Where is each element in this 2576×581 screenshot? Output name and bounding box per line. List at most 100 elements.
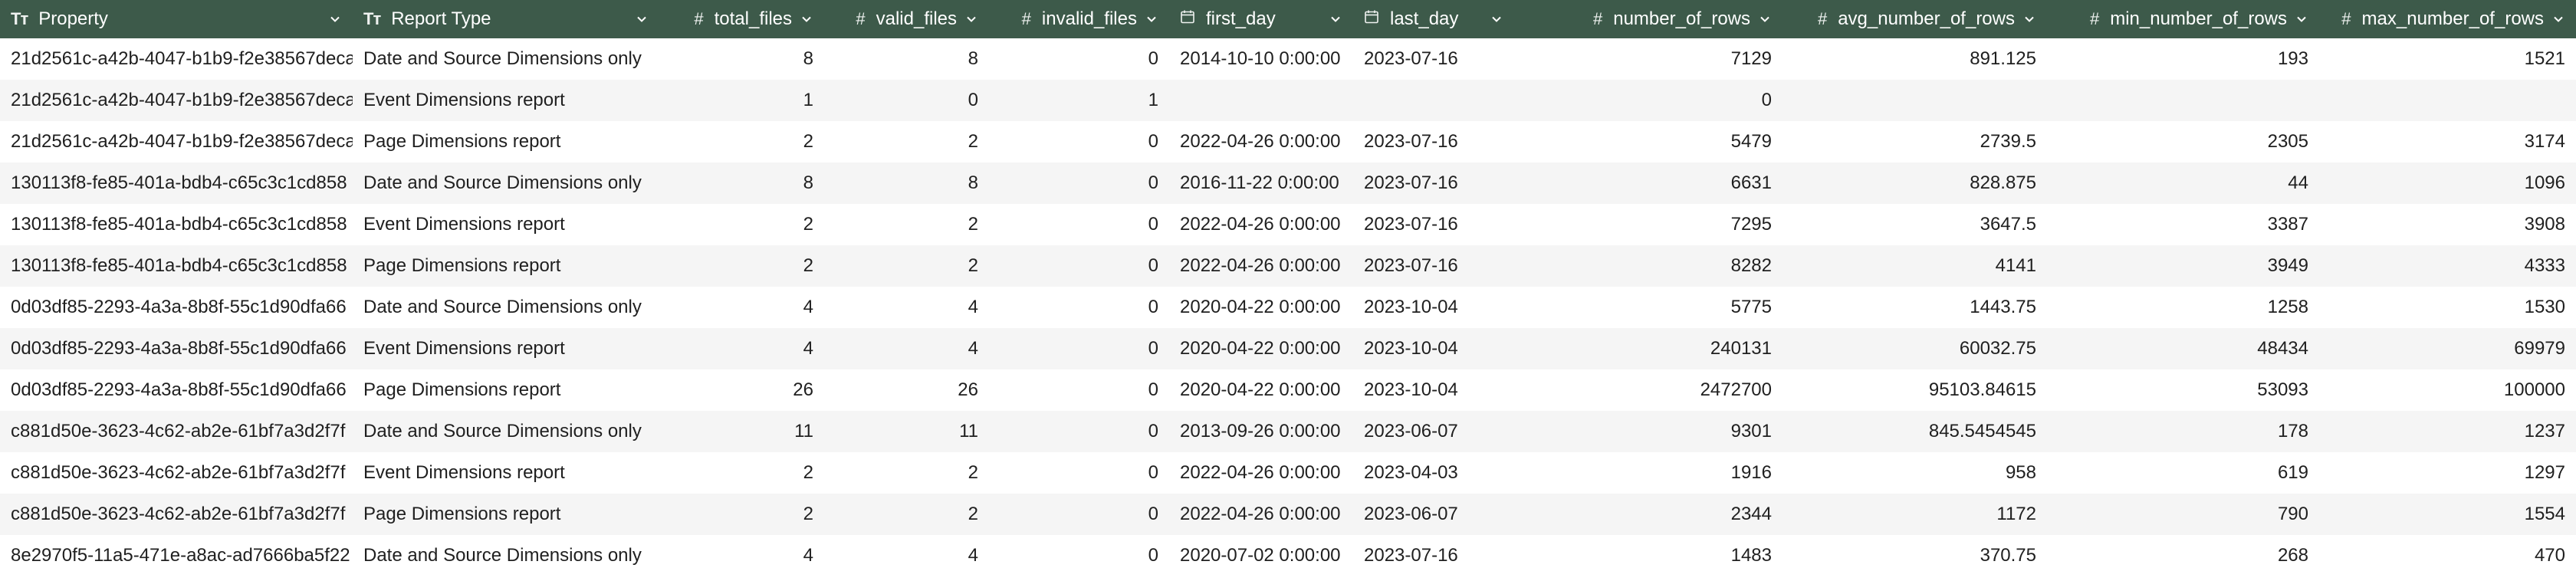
cell-number-of-rows: 5775	[1730, 297, 1772, 317]
cell-invalid-files: 0	[1148, 48, 1158, 69]
cell-property: c881d50e-3623-4c62-ab2e-61bf7a3d2f7f	[11, 504, 346, 524]
cell-min-number-of-rows: 619	[2277, 462, 2308, 483]
cell-first-day: 2020-04-22 0:00:00	[1180, 338, 1341, 359]
number-type-icon: #	[1592, 9, 1603, 28]
chevron-down-icon[interactable]	[635, 12, 649, 26]
cell-max-number-of-rows: 1530	[2524, 297, 2565, 317]
cell-invalid-files: 0	[1148, 379, 1158, 400]
column-header-total-files[interactable]: # total_files	[659, 0, 824, 38]
number-type-icon: #	[1817, 9, 1828, 28]
cell-report-type: Event Dimensions report	[363, 338, 565, 359]
table-row[interactable]: c881d50e-3623-4c62-ab2e-61bf7a3d2f7f Even…	[0, 452, 2576, 494]
cell-property: 130113f8-fe85-401a-bdb4-c65c3c1cd858	[11, 172, 347, 193]
chevron-down-icon[interactable]	[1145, 12, 1158, 26]
cell-number-of-rows: 6631	[1730, 172, 1772, 193]
column-header-label: Report Type	[391, 8, 491, 29]
cell-max-number-of-rows: 1521	[2524, 48, 2565, 69]
cell-min-number-of-rows: 53093	[2257, 379, 2308, 400]
cell-max-number-of-rows: 1297	[2524, 462, 2565, 483]
table-row[interactable]: 130113f8-fe85-401a-bdb4-c65c3c1cd858 Date…	[0, 162, 2576, 204]
cell-number-of-rows: 1916	[1730, 462, 1772, 483]
column-header-number-of-rows[interactable]: # number_of_rows	[1514, 0, 1783, 38]
table-row[interactable]: 0d03df85-2293-4a3a-8b8f-55c1d90dfa66 Date…	[0, 287, 2576, 328]
column-header-content: Tт Report Type	[363, 0, 649, 38]
chevron-down-icon[interactable]	[800, 12, 813, 26]
chevron-down-icon[interactable]	[1490, 12, 1503, 26]
cell-invalid-files: 0	[1148, 131, 1158, 152]
cell-property: 0d03df85-2293-4a3a-8b8f-55c1d90dfa66	[11, 297, 347, 317]
cell-total-files: 2	[803, 504, 813, 524]
cell-total-files: 4	[803, 545, 813, 566]
table-row[interactable]: 21d2561c-a42b-4047-b1b9-f2e38567deca Page…	[0, 121, 2576, 162]
chevron-down-icon[interactable]	[2022, 12, 2036, 26]
table-row[interactable]: c881d50e-3623-4c62-ab2e-61bf7a3d2f7f Page…	[0, 494, 2576, 535]
column-header-label: first_day	[1206, 8, 1276, 29]
number-type-icon: #	[856, 9, 866, 28]
number-type-icon: #	[2341, 9, 2351, 28]
cell-avg-number-of-rows: 958	[2005, 462, 2036, 483]
column-header-first-day[interactable]: first_day	[1169, 0, 1353, 38]
column-header-content: last_day	[1364, 0, 1503, 38]
column-header-content: # number_of_rows	[1525, 0, 1772, 38]
cell-total-files: 4	[803, 338, 813, 359]
chevron-down-icon[interactable]	[1758, 12, 1772, 26]
column-header-label: min_number_of_rows	[2110, 8, 2287, 29]
table-row[interactable]: 0d03df85-2293-4a3a-8b8f-55c1d90dfa66 Even…	[0, 328, 2576, 369]
chevron-down-icon[interactable]	[964, 12, 978, 26]
cell-last-day: 2023-04-03	[1364, 462, 1458, 483]
column-header-content: # total_files	[670, 0, 813, 38]
table-row[interactable]: 130113f8-fe85-401a-bdb4-c65c3c1cd858 Page…	[0, 245, 2576, 287]
table-body: 21d2561c-a42b-4047-b1b9-f2e38567deca Date…	[0, 38, 2576, 576]
column-header-last-day[interactable]: last_day	[1353, 0, 1514, 38]
cell-total-files: 2	[803, 462, 813, 483]
cell-first-day: 2013-09-26 0:00:00	[1180, 421, 1341, 441]
cell-report-type: Page Dimensions report	[363, 379, 561, 400]
cell-valid-files: 2	[968, 462, 978, 483]
column-header-label: max_number_of_rows	[2361, 8, 2544, 29]
number-type-icon: #	[694, 9, 704, 28]
table-row[interactable]: 0d03df85-2293-4a3a-8b8f-55c1d90dfa66 Page…	[0, 369, 2576, 411]
cell-max-number-of-rows: 100000	[2503, 379, 2565, 400]
chevron-down-icon[interactable]	[1329, 12, 1342, 26]
cell-property: 130113f8-fe85-401a-bdb4-c65c3c1cd858	[11, 255, 347, 276]
cell-report-type: Event Dimensions report	[363, 90, 565, 110]
cell-valid-files: 11	[959, 421, 978, 441]
column-header-invalid-files[interactable]: # invalid_files	[989, 0, 1169, 38]
table-row[interactable]: 21d2561c-a42b-4047-b1b9-f2e38567deca Even…	[0, 80, 2576, 121]
cell-total-files: 4	[803, 297, 813, 317]
chevron-down-icon[interactable]	[2551, 12, 2565, 26]
cell-valid-files: 4	[968, 545, 978, 566]
cell-last-day: 2023-06-07	[1364, 504, 1458, 524]
table-row[interactable]: 130113f8-fe85-401a-bdb4-c65c3c1cd858 Even…	[0, 204, 2576, 245]
cell-valid-files: 2	[968, 504, 978, 524]
cell-avg-number-of-rows: 891.125	[1970, 48, 2036, 69]
cell-first-day: 2022-04-26 0:00:00	[1180, 462, 1341, 483]
cell-report-type: Date and Source Dimensions only	[363, 545, 642, 566]
table-row[interactable]: 8e2970f5-11a5-471e-a8ac-ad7666ba5f22 Date…	[0, 535, 2576, 576]
column-header-valid-files[interactable]: # valid_files	[824, 0, 989, 38]
cell-valid-files: 8	[968, 48, 978, 69]
cell-number-of-rows: 8282	[1730, 255, 1772, 276]
column-header-content: # max_number_of_rows	[2330, 0, 2565, 38]
column-header-max-number-of-rows[interactable]: # max_number_of_rows	[2319, 0, 2576, 38]
column-header-content: # valid_files	[835, 0, 978, 38]
cell-min-number-of-rows: 44	[2288, 172, 2308, 193]
cell-min-number-of-rows: 1258	[2267, 297, 2308, 317]
table-row[interactable]: 21d2561c-a42b-4047-b1b9-f2e38567deca Date…	[0, 38, 2576, 80]
column-header-avg-number-of-rows[interactable]: # avg_number_of_rows	[1783, 0, 2047, 38]
cell-max-number-of-rows: 1096	[2524, 172, 2565, 193]
table-row[interactable]: c881d50e-3623-4c62-ab2e-61bf7a3d2f7f Date…	[0, 411, 2576, 452]
cell-total-files: 8	[803, 48, 813, 69]
column-header-min-number-of-rows[interactable]: # min_number_of_rows	[2047, 0, 2319, 38]
cell-number-of-rows: 240131	[1710, 338, 1772, 359]
chevron-down-icon[interactable]	[2295, 12, 2308, 26]
cell-min-number-of-rows	[2047, 80, 2319, 121]
cell-number-of-rows: 9301	[1730, 421, 1772, 441]
chevron-down-icon[interactable]	[328, 12, 342, 26]
column-header-property[interactable]: Tт Property	[0, 0, 353, 38]
cell-total-files: 1	[803, 90, 813, 110]
cell-report-type: Date and Source Dimensions only	[363, 172, 642, 193]
cell-property: 21d2561c-a42b-4047-b1b9-f2e38567deca	[11, 90, 353, 110]
cell-first-day	[1169, 80, 1353, 121]
column-header-report-type[interactable]: Tт Report Type	[353, 0, 659, 38]
